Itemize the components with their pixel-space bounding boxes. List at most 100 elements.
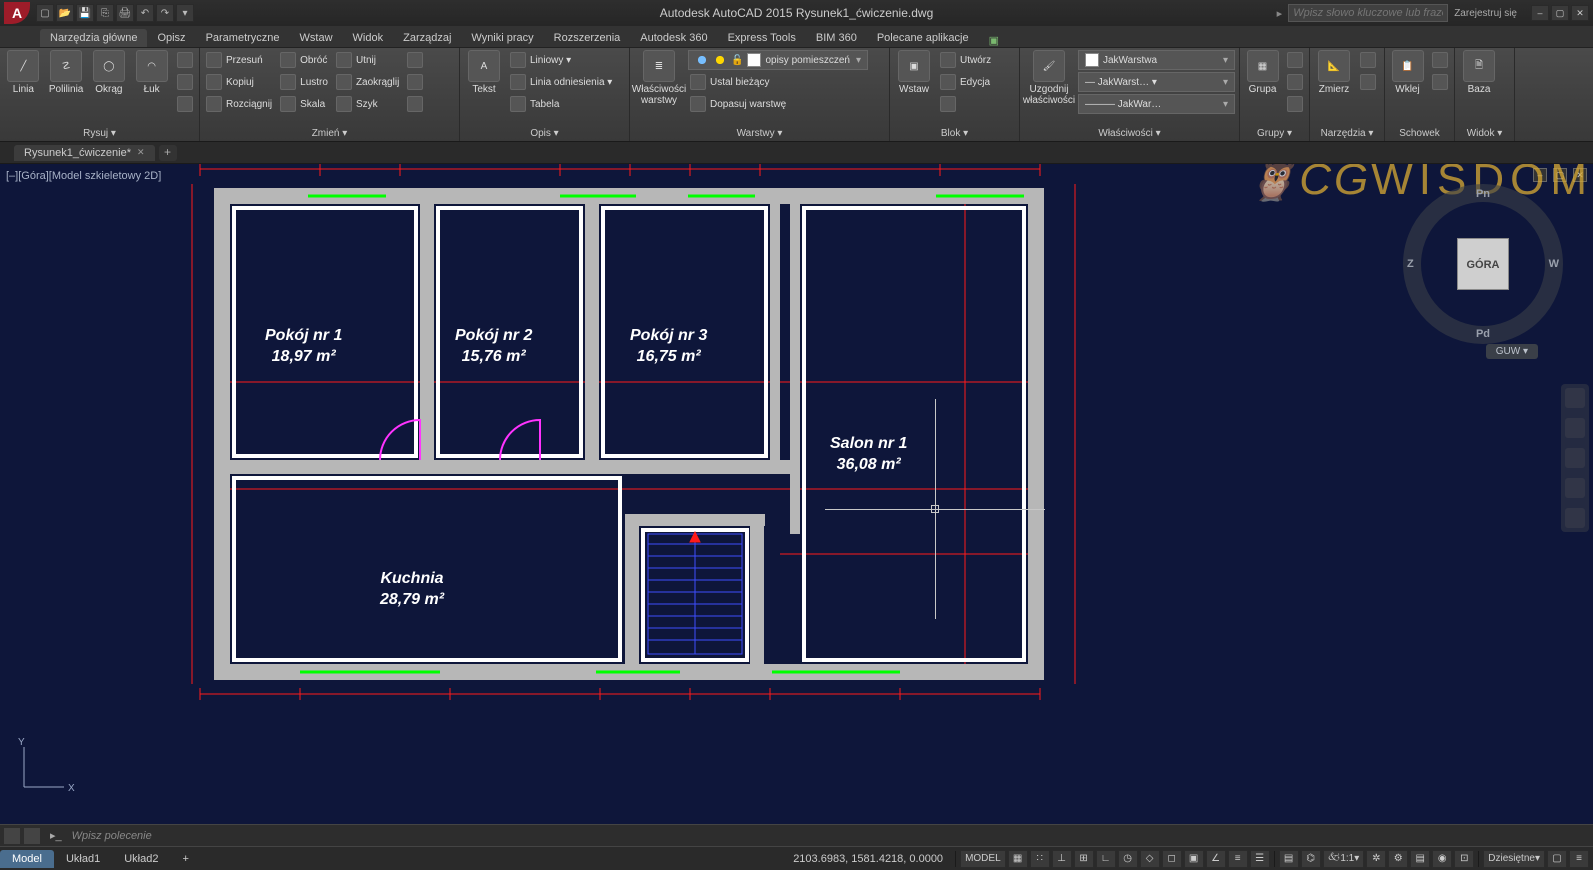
lineweight-combo[interactable]: — JakWarst… ▾ bbox=[1078, 72, 1235, 92]
nav-wheel-icon[interactable] bbox=[1565, 388, 1585, 408]
status-qp-icon[interactable]: ▤ bbox=[1279, 850, 1299, 868]
tool-measure[interactable]: 📐Zmierz bbox=[1314, 50, 1354, 95]
tool-leader[interactable]: Linia odniesienia ▾ bbox=[508, 72, 614, 92]
cmd-recent-icon[interactable] bbox=[24, 828, 40, 844]
nav-showmotion-icon[interactable] bbox=[1565, 508, 1585, 528]
status-ortho-icon[interactable]: ∟ bbox=[1096, 850, 1116, 868]
viewcube-top-face[interactable]: GÓRA bbox=[1457, 238, 1509, 290]
nav-orbit-icon[interactable] bbox=[1565, 478, 1585, 498]
command-line[interactable]: ▸_ Wpisz polecenie bbox=[0, 824, 1593, 846]
color-combo[interactable]: JakWarstwa bbox=[1078, 50, 1235, 70]
status-dyn-icon[interactable]: ⊞ bbox=[1074, 850, 1094, 868]
qat-redo-icon[interactable]: ↷ bbox=[156, 4, 174, 22]
qat-undo-icon[interactable]: ↶ bbox=[136, 4, 154, 22]
qat-new-icon[interactable]: ▢ bbox=[36, 4, 54, 22]
tool-misc1[interactable] bbox=[175, 50, 195, 70]
tool-block-insert[interactable]: ▣Wstaw bbox=[894, 50, 934, 95]
cmd-history-icon[interactable] bbox=[4, 828, 20, 844]
status-snap-icon[interactable]: ∷ bbox=[1030, 850, 1050, 868]
linetype-combo[interactable]: ——— JakWar… bbox=[1078, 94, 1235, 114]
tool-layer-setcurrent[interactable]: Ustal bieżący bbox=[688, 72, 885, 92]
status-ip-icon[interactable]: ⊡ bbox=[1454, 850, 1474, 868]
tool-array[interactable]: Szyk bbox=[334, 94, 401, 114]
group-x2[interactable] bbox=[1285, 72, 1305, 92]
viewcube-south[interactable]: Pd bbox=[1476, 328, 1490, 340]
group-x1[interactable] bbox=[1285, 50, 1305, 70]
status-3dosnap-icon[interactable]: ▣ bbox=[1184, 850, 1204, 868]
tool-layer-props[interactable]: ≣Właściwości warstwy bbox=[634, 50, 684, 106]
tool-paste[interactable]: 📋Wklej bbox=[1389, 50, 1426, 95]
status-clean-icon[interactable]: ▢ bbox=[1547, 850, 1567, 868]
nav-pan-icon[interactable] bbox=[1565, 418, 1585, 438]
tool-block-create[interactable]: Utwórz bbox=[938, 50, 993, 70]
ribbon-tab-express[interactable]: Express Tools bbox=[718, 29, 806, 47]
panel-title-view[interactable]: Widok ▾ bbox=[1459, 126, 1510, 141]
viewcube[interactable]: GÓRA Pn Pd W Z bbox=[1403, 184, 1563, 344]
ribbon-tab-annotate[interactable]: Opisz bbox=[147, 29, 195, 47]
viewcube-west[interactable]: Z bbox=[1407, 258, 1414, 270]
qat-print-icon[interactable]: 🖨 bbox=[116, 4, 134, 22]
status-modelspace[interactable]: MODEL bbox=[960, 850, 1006, 868]
ribbon-tab-home[interactable]: Narzędzia główne bbox=[40, 29, 147, 47]
new-layout-button[interactable]: + bbox=[170, 850, 200, 868]
clip-x2[interactable] bbox=[1430, 72, 1450, 92]
util-x2[interactable] bbox=[1358, 72, 1378, 92]
wcs-dropdown[interactable]: GUW ▾ bbox=[1486, 344, 1538, 359]
tab-layout2[interactable]: Układ2 bbox=[112, 850, 170, 868]
app-menu-button[interactable]: A bbox=[4, 2, 30, 24]
tool-baseview[interactable]: 🗎Baza bbox=[1459, 50, 1499, 95]
status-annoscale[interactable]: 🙵 1:1 ▾ bbox=[1323, 850, 1365, 868]
tool-text[interactable]: ATekst bbox=[464, 50, 504, 95]
tool-group[interactable]: ▦Grupa bbox=[1244, 50, 1281, 95]
layer-combo[interactable]: 🔓opisy pomieszczeń bbox=[688, 50, 868, 70]
panel-title-properties[interactable]: Właściwości ▾ bbox=[1024, 126, 1235, 141]
search-help-input[interactable] bbox=[1288, 4, 1448, 22]
tool-circle[interactable]: ◯Okrąg bbox=[90, 50, 129, 95]
tool-matchprops[interactable]: 🖌Uzgodnij właściwości bbox=[1024, 50, 1074, 106]
tool-line[interactable]: ╱Linia bbox=[4, 50, 43, 95]
status-osnap-icon[interactable]: ◻ bbox=[1162, 850, 1182, 868]
panel-title-block[interactable]: Blok ▾ bbox=[894, 126, 1015, 141]
tool-rotate[interactable]: Obróć bbox=[278, 50, 330, 70]
close-button[interactable]: ✕ bbox=[1571, 5, 1589, 21]
viewcube-north[interactable]: Pn bbox=[1476, 188, 1490, 200]
status-grid-icon[interactable]: ▦ bbox=[1008, 850, 1028, 868]
file-tab[interactable]: Rysunek1_ćwiczenie*✕ bbox=[14, 145, 155, 161]
new-tab-button[interactable]: + bbox=[159, 145, 177, 161]
clip-x1[interactable] bbox=[1430, 50, 1450, 70]
tool-stretch[interactable]: Rozciągnij bbox=[204, 94, 274, 114]
panel-title-draw[interactable]: Rysuj ▾ bbox=[4, 126, 195, 141]
util-x1[interactable] bbox=[1358, 50, 1378, 70]
ribbon-tab-manage[interactable]: Zarządzaj bbox=[393, 29, 461, 47]
nav-zoom-icon[interactable] bbox=[1565, 448, 1585, 468]
status-units[interactable]: Dziesiętne ▾ bbox=[1483, 850, 1545, 868]
tool-scale[interactable]: Skala bbox=[278, 94, 330, 114]
tool-layer-match[interactable]: Dopasuj warstwę bbox=[688, 94, 885, 114]
qat-saveas-icon[interactable]: ⎘ bbox=[96, 4, 114, 22]
qat-save-icon[interactable]: 💾 bbox=[76, 4, 94, 22]
status-annovis-icon[interactable]: ✲ bbox=[1366, 850, 1386, 868]
ribbon-tab-bim360[interactable]: BIM 360 bbox=[806, 29, 867, 47]
status-ws-icon[interactable]: ⚙ bbox=[1388, 850, 1408, 868]
ribbon-tab-view[interactable]: Widok bbox=[343, 29, 394, 47]
ribbon-tab-a360[interactable]: Autodesk 360 bbox=[630, 29, 717, 47]
tool-table[interactable]: Tabela bbox=[508, 94, 614, 114]
panel-title-layers[interactable]: Warstwy ▾ bbox=[634, 126, 885, 141]
panel-title-annot[interactable]: Opis ▾ bbox=[464, 126, 625, 141]
viewcube-east[interactable]: W bbox=[1549, 258, 1559, 270]
status-custom-icon[interactable]: ≡ bbox=[1569, 850, 1589, 868]
status-iso-icon[interactable]: ◇ bbox=[1140, 850, 1160, 868]
tool-block-attrib[interactable] bbox=[938, 94, 993, 114]
tab-model[interactable]: Model bbox=[0, 850, 54, 868]
tool-misc3[interactable] bbox=[175, 94, 195, 114]
status-otrack-icon[interactable]: ∠ bbox=[1206, 850, 1226, 868]
drawing-canvas[interactable]: [–][Góra][Model szkieletowy 2D] – ▢ ✕ 🦉C… bbox=[0, 164, 1593, 824]
maximize-button[interactable]: ▢ bbox=[1551, 5, 1569, 21]
tool-move[interactable]: Przesuń bbox=[204, 50, 274, 70]
ribbon-tab-insert[interactable]: Wstaw bbox=[290, 29, 343, 47]
status-hw-icon[interactable]: ◉ bbox=[1432, 850, 1452, 868]
info-center-arrow-icon[interactable]: ▸ bbox=[1277, 7, 1283, 20]
tool-copy[interactable]: Kopiuj bbox=[204, 72, 274, 92]
tool-mod-x2[interactable] bbox=[405, 72, 425, 92]
status-infer-icon[interactable]: ⊥ bbox=[1052, 850, 1072, 868]
